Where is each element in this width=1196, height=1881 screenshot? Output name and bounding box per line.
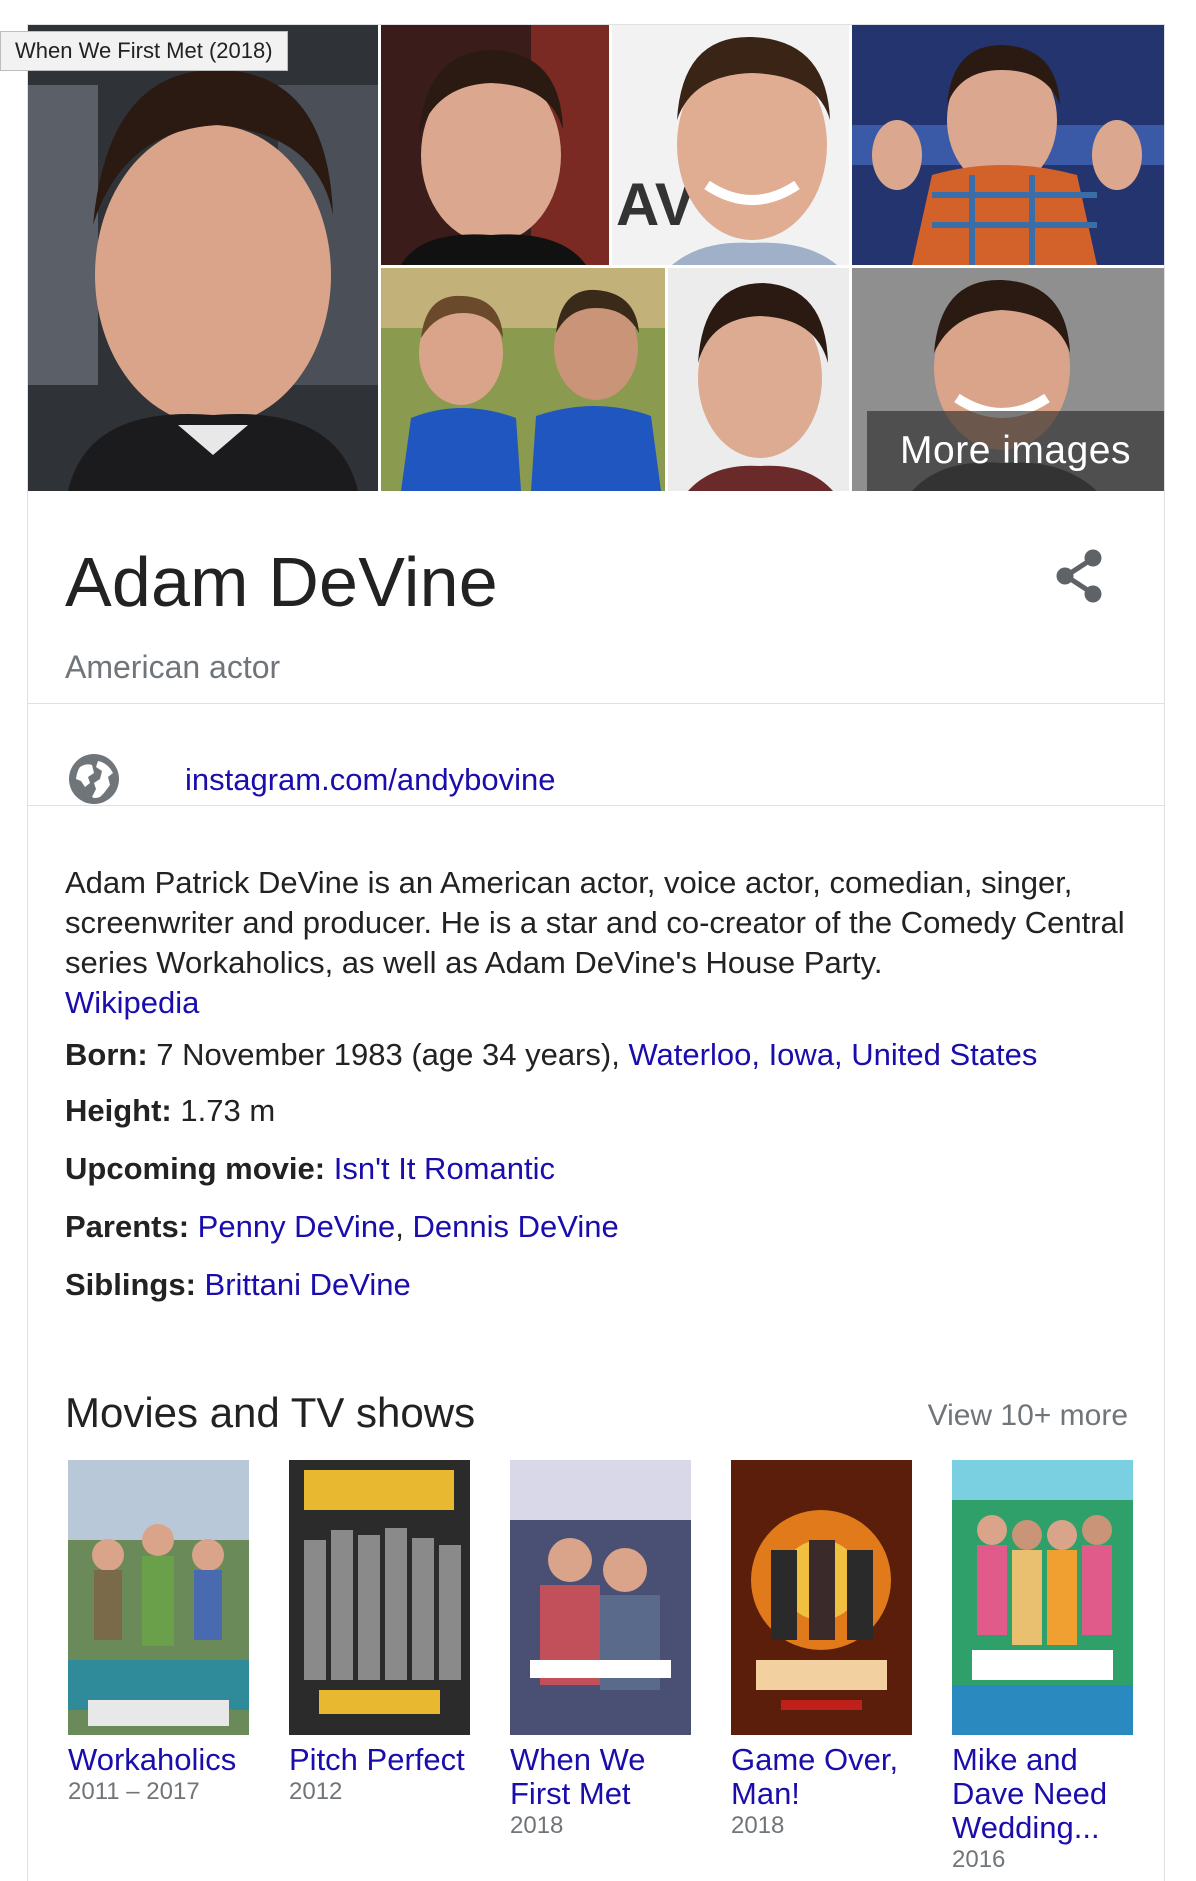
image-tile[interactable] [28, 25, 378, 491]
knowledge-panel: AV More images Adam DeVine American acto… [27, 24, 1165, 1881]
image-tile[interactable] [381, 25, 609, 265]
view-more-link[interactable]: View 10+ more [928, 1399, 1128, 1433]
fact-born: Born: 7 November 1983 (age 34 years), Wa… [65, 1037, 1037, 1073]
movie-title[interactable]: Pitch Perfect [289, 1743, 470, 1777]
movie-poster[interactable] [952, 1460, 1133, 1735]
movie-card[interactable]: Workaholics 2011 – 2017 [68, 1460, 249, 1807]
birthplace-link[interactable]: Waterloo, Iowa, United States [628, 1037, 1037, 1072]
fact-label: Upcoming movie: [65, 1151, 326, 1186]
entity-subtitle: American actor [65, 649, 281, 685]
image-tile[interactable] [381, 268, 665, 491]
movie-card[interactable]: When We First Met 2018 [510, 1460, 691, 1841]
movie-title[interactable]: Workaholics [68, 1743, 249, 1777]
fact-label: Parents: [65, 1209, 190, 1244]
fact-label: Height: [65, 1093, 172, 1128]
divider [28, 805, 1164, 806]
image-tooltip: When We First Met (2018) [0, 31, 288, 71]
entity-title: Adam DeVine [65, 543, 498, 621]
fact-value: 7 November 1983 (age 34 years), [156, 1037, 620, 1072]
globe-icon [68, 753, 120, 805]
separator: , [395, 1209, 404, 1244]
wikipedia-link[interactable]: Wikipedia [65, 985, 199, 1020]
movie-poster[interactable] [289, 1460, 470, 1735]
description-text: Adam Patrick DeVine is an American actor… [65, 865, 1125, 980]
movie-year: 2011 – 2017 [68, 1778, 200, 1805]
movie-card[interactable]: Game Over, Man! 2018 [731, 1460, 912, 1841]
sibling-link[interactable]: Brittani DeVine [205, 1267, 411, 1302]
description: Adam Patrick DeVine is an American actor… [65, 863, 1135, 1023]
movie-card[interactable]: Pitch Perfect 2012 [289, 1460, 470, 1807]
parent-link[interactable]: Dennis DeVine [413, 1209, 619, 1244]
movie-poster[interactable] [68, 1460, 249, 1735]
more-images-button[interactable]: More images [867, 411, 1164, 491]
movie-card[interactable]: Mike and Dave Need Wedding... 2016 [952, 1460, 1133, 1875]
movie-year: 2018 [510, 1812, 564, 1839]
fact-parents: Parents: Penny DeVine, Dennis DeVine [65, 1209, 619, 1245]
image-tile[interactable]: AV [612, 25, 849, 265]
share-icon[interactable] [1048, 545, 1112, 609]
fact-label: Born: [65, 1037, 148, 1072]
divider [28, 703, 1164, 704]
image-tile[interactable]: More images [852, 268, 1164, 491]
movie-year: 2012 [289, 1778, 343, 1805]
image-tile[interactable] [668, 268, 849, 491]
website-link[interactable]: instagram.com/andybovine [185, 762, 555, 798]
section-title: Movies and TV shows [65, 1389, 476, 1436]
movie-title[interactable]: When We First Met [510, 1743, 691, 1811]
fact-height: Height: 1.73 m [65, 1093, 275, 1129]
upcoming-movie-link[interactable]: Isn't It Romantic [334, 1151, 555, 1186]
movie-year: 2018 [731, 1812, 785, 1839]
image-collage: AV More images [28, 25, 1164, 491]
movie-title[interactable]: Game Over, Man! [731, 1743, 912, 1811]
movie-title[interactable]: Mike and Dave Need Wedding... [952, 1743, 1133, 1845]
parent-link[interactable]: Penny DeVine [198, 1209, 396, 1244]
fact-upcoming-movie: Upcoming movie: Isn't It Romantic [65, 1151, 555, 1187]
movie-year: 2016 [952, 1846, 1006, 1873]
fact-siblings: Siblings: Brittani DeVine [65, 1267, 411, 1303]
movie-poster[interactable] [731, 1460, 912, 1735]
movie-poster[interactable] [510, 1460, 691, 1735]
fact-label: Siblings: [65, 1267, 196, 1302]
image-tile[interactable] [852, 25, 1164, 265]
fact-value: 1.73 m [180, 1093, 276, 1128]
